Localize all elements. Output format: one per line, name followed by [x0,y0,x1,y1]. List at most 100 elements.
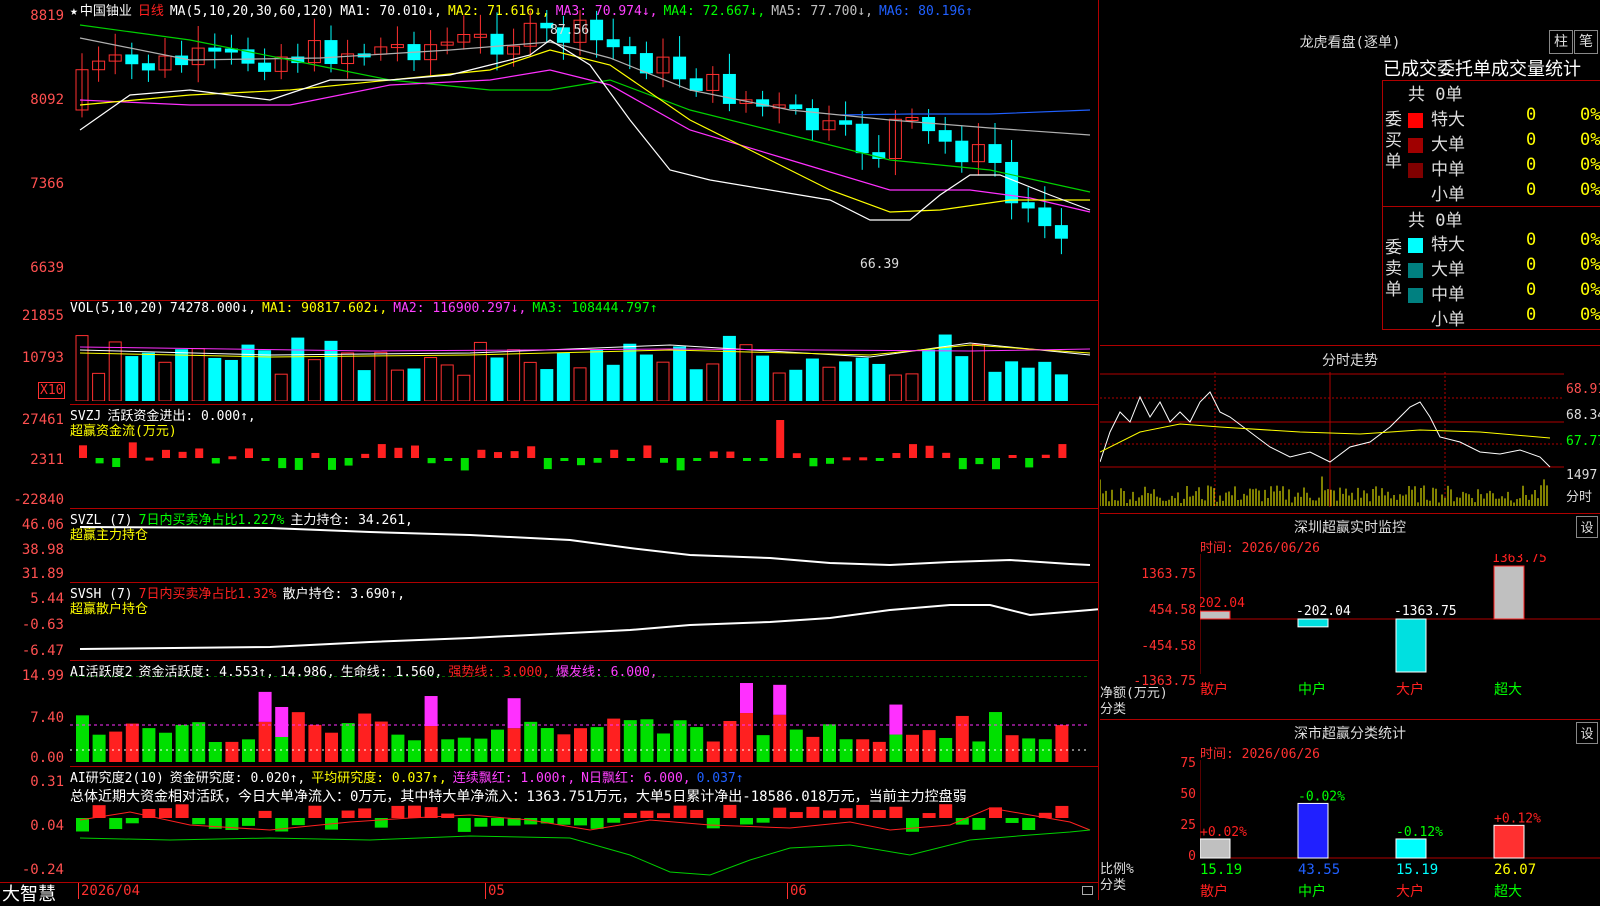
buy-row: 中单 0 0% [1408,155,1600,180]
ai-active-chart[interactable] [70,676,1098,764]
svzl-chart[interactable] [70,520,1098,580]
volume-bar [523,361,537,401]
buy-row-count: 0 [1526,180,1537,200]
activity-bar [507,728,521,762]
sz-stats-chart[interactable]: +0.02% 15.19 散户 -0.02% 43.55 中户 -0.12% 15.19 大户 +… [1200,760,1600,901]
activity-peak-bar [275,706,289,737]
sz-monitor-chart[interactable]: 202.04 散户 -202.04 中户 -1363.75 大户 1363.75 超大 [1200,554,1600,724]
sz-monitor-ytick: 454.58 [1149,603,1196,618]
lock-icon[interactable] [1082,886,1093,895]
research-bar [175,804,189,818]
research-bar [889,806,903,818]
candle [855,123,869,154]
activity-bar [823,724,836,762]
sz-cat-label: 分类 [1100,702,1127,717]
ai-research-text5: 0.037↑ [696,771,744,786]
research-bar [723,804,737,818]
sz-monitor-settings-button[interactable]: 设 [1576,516,1598,538]
intraday-ytick: 68.34 [1566,408,1600,423]
intraday-ytick: 68.91 [1566,382,1600,397]
sell-row: 小单 0 0% [1408,305,1600,330]
sz-monitor-ytick: -454.58 [1141,639,1196,654]
vol-ma2: MA2: 116900.297↓, [393,301,527,316]
research-bar [391,805,405,818]
research-bar [341,810,355,818]
kline-ytick: 7366 [30,176,64,192]
activity-bar [806,736,820,762]
fund-flow-bar [660,458,668,463]
activity-bar [690,727,704,762]
ai-research-chart[interactable] [70,800,1098,880]
volume-bar [756,355,770,401]
research-bar [291,818,305,826]
volume-chart[interactable] [70,315,1098,401]
activity-bar [773,714,787,762]
volume-bar [639,354,653,401]
kline-ytick: 6639 [30,260,64,276]
fund-flow-bar [460,458,469,471]
volume-bar [872,363,886,401]
candle [1038,207,1052,227]
fund-flow-bar [494,452,502,458]
activity-bar [557,734,571,762]
research-bar [939,804,953,818]
bar-mode-button[interactable]: 柱 [1549,30,1573,54]
sell-row-label: 大单 [1431,260,1465,280]
svzj-ytick: 2311 [30,452,64,468]
ma6-line [839,109,1091,116]
fund-flow-bar [925,445,934,458]
activity-bar [491,729,504,762]
fund-flow-bar [228,456,237,460]
buy-row-pct: 0% [1580,180,1600,200]
sz-stats-value-label: 15.19 [1396,862,1438,878]
volume-bar [357,370,371,401]
sell-row-pct: 0% [1580,255,1600,275]
sz-stats-settings-button[interactable]: 设 [1576,722,1598,744]
ai-research-text1: 资金研究度: 0.020↑, [169,771,306,786]
svzj-chart[interactable] [70,420,1098,505]
chart-area[interactable]: ★ 中国铀业 日线 MA(5,10,20,30,60,120) MA1: 70.010↓… [0,0,1099,905]
fund-flow-bar [942,452,951,458]
ma3-line [79,69,1091,213]
ai-active-ytick: 7.40 [30,710,64,726]
svsh-ytick: 5.44 [30,591,64,607]
research-bar [474,818,488,827]
svsh-chart[interactable] [70,595,1098,657]
fund-flow-bar [510,451,519,458]
candle [208,47,222,52]
research-bar [706,818,720,829]
ai-research-label: AI研究度2(10) [70,771,164,786]
ma1-line [79,39,1091,221]
sz-stats-ytick: 50 [1180,787,1196,802]
volume-bar [507,349,521,401]
research-bar [690,809,704,818]
sz-stats-category: 超大 [1494,884,1522,900]
pen-mode-button[interactable]: 笔 [1574,30,1598,54]
activity-bar [640,719,654,762]
svzl-ytick: 31.89 [21,566,64,582]
activity-bar [872,741,886,762]
sell-row-label: 小单 [1431,310,1465,330]
intraday-chart[interactable] [1100,372,1564,512]
svzj-ytick: -22840 [13,492,64,508]
intraday-panel[interactable]: 分时走势 68.91 68.34 67.77 1497 分时 [1100,345,1600,514]
kline-ytick: 8819 [30,8,64,24]
research-bar [1022,818,1036,830]
fund-flow-bar [1008,454,1017,458]
activity-peak-bar [424,696,438,727]
research-bar [839,808,853,818]
svzj-ytick: 27461 [21,412,64,428]
ma2-line [79,49,1090,213]
sz-monitor-bar [1200,610,1231,620]
fund-flow-bar [560,458,569,461]
research-bar [125,818,139,824]
activity-bar [457,737,471,762]
sz-stats-ytick: 25 [1180,818,1196,833]
volume-bar [573,367,587,401]
research-bar [640,810,654,818]
buy-color-swatch [1408,137,1423,153]
volume-bar [689,369,703,401]
activity-bar [225,741,239,762]
kline-chart[interactable]: 87.56 66.39 [70,10,1098,300]
volume-bar [125,356,139,401]
